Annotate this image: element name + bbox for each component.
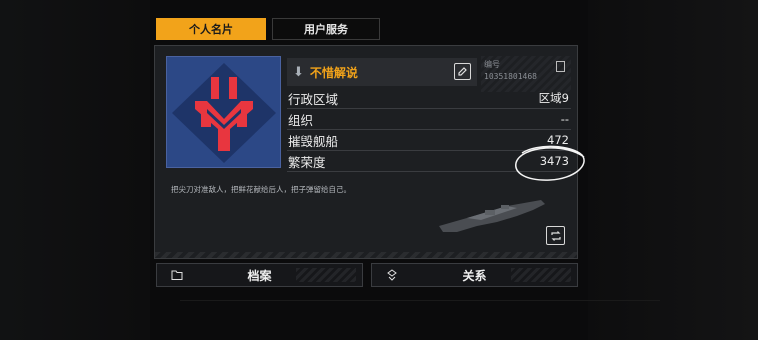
player-id-value: 1035180146​8 xyxy=(484,72,537,81)
player-name-bar: ⬇ 不惜解说 xyxy=(287,58,477,86)
archive-button-label: 档案 xyxy=(247,268,272,283)
background-bottom-bar xyxy=(180,300,660,340)
emblem-logo xyxy=(166,56,281,168)
tab-user-service[interactable]: 用户服务 xyxy=(272,18,380,40)
info-key: 组织 xyxy=(288,112,314,128)
info-table: 行政区域 区域9 组织 -- 摧毁舰船 472 繁荣度 3473 xyxy=(287,88,571,172)
info-key: 摧毁舰船 xyxy=(288,133,339,149)
swap-icon[interactable] xyxy=(546,226,565,245)
tab-bar: 个人名片 用户服务 xyxy=(156,18,380,40)
info-key: 繁荣度 xyxy=(288,154,326,170)
player-id-box: 编号 1035180146​8 xyxy=(481,56,571,92)
folder-icon xyxy=(171,270,183,280)
info-row-destroyed-ships: 摧毁舰船 472 xyxy=(287,130,571,151)
profile-card-panel: ⬇ 不惜解说 编号 1035180146​8 行政区域 区域9 组织 -- 摧毁… xyxy=(154,45,578,259)
copy-icon[interactable] xyxy=(556,61,565,72)
info-row-organization: 组织 -- xyxy=(287,109,571,130)
archive-button[interactable]: 档案 xyxy=(156,263,363,287)
edit-icon[interactable] xyxy=(454,63,471,80)
info-value: -- xyxy=(560,112,569,126)
info-value: 区域9 xyxy=(538,91,569,105)
relation-button[interactable]: 关系 xyxy=(371,263,578,287)
info-value: 472 xyxy=(547,133,569,147)
ship-image xyxy=(439,200,545,232)
info-key: 行政区域 xyxy=(288,91,339,107)
down-arrow-icon: ⬇ xyxy=(293,64,304,80)
background-left-panel xyxy=(0,0,150,340)
player-id-label: 编号 xyxy=(484,60,500,69)
info-row-prosperity: 繁荣度 3473 xyxy=(287,151,571,172)
player-name: 不惜解说 xyxy=(309,65,358,80)
background-right-panel xyxy=(588,0,758,340)
relation-button-label: 关系 xyxy=(462,268,487,283)
tab-profile-card[interactable]: 个人名片 xyxy=(156,18,266,40)
player-motto: 把尖刀对准敌人，把鲜花献给后人，把子弹留给自己。 xyxy=(171,185,351,194)
relation-icon xyxy=(387,269,397,281)
info-value: 3473 xyxy=(539,154,569,168)
info-row-region: 行政区域 区域9 xyxy=(287,88,571,109)
